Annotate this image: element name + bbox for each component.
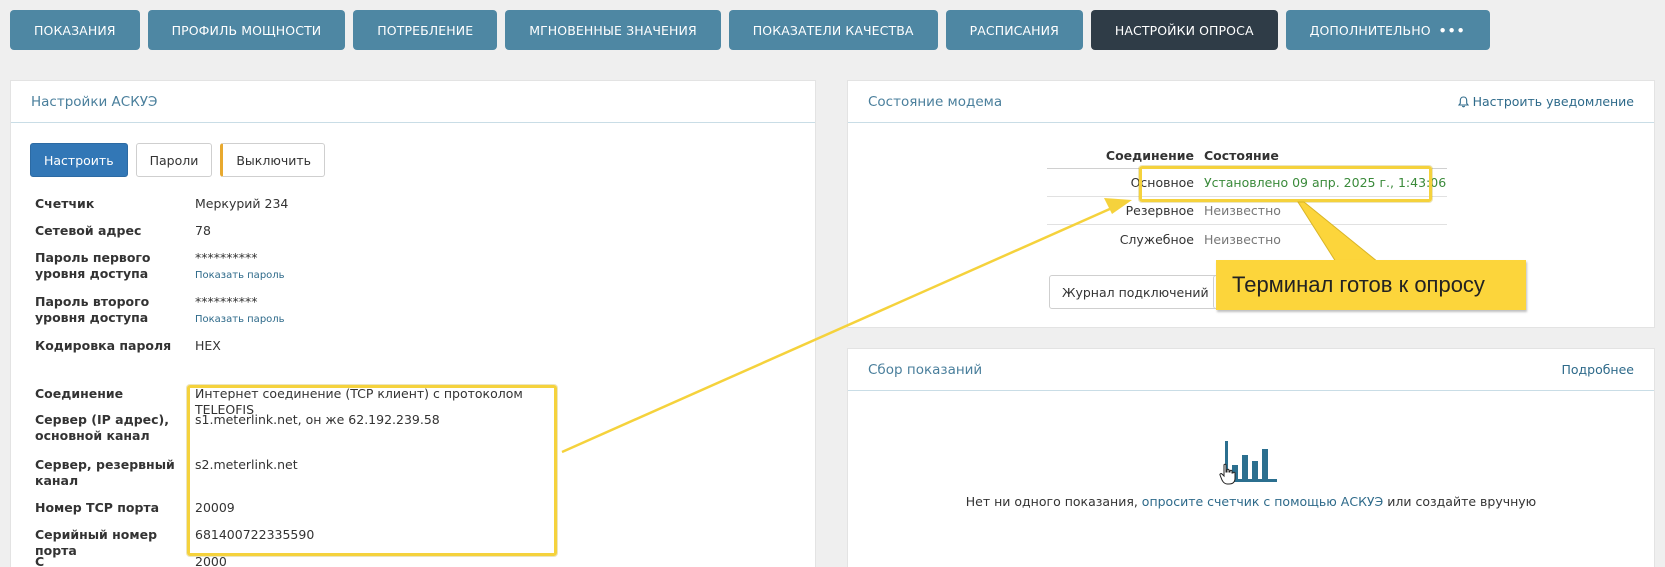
modem-row-main: Основное Установлено 09 апр. 2025 г., 1:… bbox=[1047, 169, 1447, 197]
connection-name: Резервное bbox=[1125, 203, 1194, 218]
hand-cursor-icon bbox=[1219, 463, 1236, 485]
field-row-password-2: Пароль второго уровня доступа **********… bbox=[35, 294, 285, 328]
empty-readings-message: Нет ни одного показания, опросите счетчи… bbox=[848, 494, 1654, 509]
field-row-net-address: Сетевой адрес 78 bbox=[35, 223, 211, 239]
field-value: s1.meterlink.net, он же 62.192.239.58 bbox=[195, 412, 440, 427]
field-value: 20009 bbox=[195, 500, 235, 515]
field-row-password-encoding: Кодировка пароля HEX bbox=[35, 338, 221, 354]
configure-notification-link[interactable]: Настроить уведомление bbox=[1457, 94, 1634, 109]
field-label: Пароль первого уровня доступа bbox=[35, 250, 151, 281]
askue-settings-panel: Настройки АСКУЭ Настроить Пароли Выключи… bbox=[10, 80, 816, 567]
field-row-cut: С 2000 bbox=[35, 554, 227, 567]
field-value: 2000 bbox=[195, 554, 227, 567]
field-value: 78 bbox=[195, 223, 211, 238]
field-label: Сетевой адрес bbox=[35, 223, 142, 238]
readings-collection-panel: Сбор показаний Подробнее Нет ни одного п… bbox=[847, 348, 1655, 567]
nav-tab-label: ПОТРЕБЛЕНИЕ bbox=[377, 22, 474, 38]
field-value: Меркурий 234 bbox=[195, 196, 289, 211]
nav-tab-7[interactable]: ДОПОЛНИТЕЛЬНО ••• bbox=[1285, 10, 1490, 50]
modem-row-service: Служебное Неизвестно bbox=[1047, 225, 1447, 253]
nav-tab-label: ПОКАЗАТЕЛИ КАЧЕСТВА bbox=[752, 22, 914, 38]
nav-tab-5[interactable]: РАСПИСАНИЯ bbox=[945, 10, 1083, 50]
collection-panel-header: Сбор показаний Подробнее bbox=[848, 349, 1654, 391]
disable-button[interactable]: Выключить bbox=[220, 143, 326, 177]
password-mask: ********** bbox=[195, 250, 258, 265]
passwords-button[interactable]: Пароли bbox=[135, 143, 213, 177]
field-label: Номер TCP порта bbox=[35, 500, 160, 515]
show-password-link[interactable]: Показать пароль bbox=[195, 312, 285, 328]
nav-tab-label: ПОКАЗАНИЯ bbox=[34, 22, 116, 38]
connection-name: Основное bbox=[1130, 175, 1194, 190]
show-password-link[interactable]: Показать пароль bbox=[195, 268, 285, 284]
field-value: s2.meterlink.net bbox=[195, 457, 298, 472]
modem-panel-header: Состояние модема Настроить уведомление bbox=[848, 81, 1654, 123]
connection-log-button[interactable]: Журнал подключений bbox=[1049, 275, 1222, 309]
collection-panel-title: Сбор показаний bbox=[868, 361, 983, 378]
top-nav: ПОКАЗАНИЯ ПРОФИЛЬ МОЩНОСТИ ПОТРЕБЛЕНИЕ МГНО… bbox=[10, 10, 1490, 50]
nav-tab-3[interactable]: МГНОВЕННЫЕ ЗНАЧЕНИЯ bbox=[505, 10, 721, 50]
col-state: Состояние bbox=[1204, 148, 1279, 163]
field-label: Сервер (IP адрес), основной канал bbox=[35, 412, 169, 443]
field-label: Сервер, резервный канал bbox=[35, 457, 175, 488]
field-label: С bbox=[35, 554, 45, 567]
configure-button[interactable]: Настроить bbox=[30, 143, 128, 177]
nav-tab-4[interactable]: ПОКАЗАТЕЛИ КАЧЕСТВА bbox=[728, 10, 938, 50]
bell-icon bbox=[1457, 95, 1469, 107]
nav-tab-label: РАСПИСАНИЯ bbox=[969, 22, 1059, 38]
more-dots-icon: ••• bbox=[1438, 22, 1466, 38]
field-label: Кодировка пароля bbox=[35, 338, 172, 353]
modem-row-backup: Резервное Неизвестно bbox=[1047, 197, 1447, 225]
modem-table-header: Соединение Состояние bbox=[1047, 143, 1447, 169]
field-value: HEX bbox=[195, 338, 221, 353]
nav-tab-label: МГНОВЕННЫЕ ЗНАЧЕНИЯ bbox=[529, 22, 697, 38]
password-mask: ********** bbox=[195, 294, 258, 309]
modem-panel-title: Состояние модема bbox=[868, 93, 1003, 110]
empty-suffix: или создайте вручную bbox=[1383, 494, 1537, 509]
field-row-backup-server: Сервер, резервный канал s2.meterlink.net bbox=[35, 457, 298, 489]
nav-tab-label: ПРОФИЛЬ МОЩНОСТИ bbox=[171, 22, 322, 38]
connection-name: Служебное bbox=[1119, 231, 1194, 247]
field-row-tcp-port: Номер TCP порта 20009 bbox=[35, 500, 235, 516]
more-link[interactable]: Подробнее bbox=[1561, 362, 1634, 377]
col-connection: Соединение bbox=[1105, 148, 1194, 163]
field-row-main-server: Сервер (IP адрес), основной канал s1.met… bbox=[35, 412, 440, 444]
notification-link-label: Настроить уведомление bbox=[1472, 94, 1634, 109]
nav-tab-0[interactable]: ПОКАЗАНИЯ bbox=[10, 10, 140, 50]
nav-tab-label: НАСТРОЙКИ ОПРОСА bbox=[1114, 22, 1254, 38]
field-label: Пароль второго уровня доступа bbox=[35, 294, 150, 325]
poll-meter-link[interactable]: опросите счетчик с помощью АСКУЭ bbox=[1142, 494, 1384, 509]
nav-tab-2[interactable]: ПОТРЕБЛЕНИЕ bbox=[353, 10, 498, 50]
field-row-password-1: Пароль первого уровня доступа **********… bbox=[35, 250, 285, 284]
field-row-meter: Счетчик Меркурий 234 bbox=[35, 196, 288, 212]
empty-prefix: Нет ни одного показания, bbox=[965, 494, 1142, 509]
askue-button-row: Настроить Пароли Выключить bbox=[30, 143, 326, 177]
modem-table: Соединение Состояние Основное Установлен… bbox=[1047, 143, 1447, 253]
askue-panel-header: Настройки АСКУЭ bbox=[11, 81, 815, 123]
nav-tab-6[interactable]: НАСТРОЙКИ ОПРОСА bbox=[1090, 10, 1278, 50]
field-label: Счетчик bbox=[35, 196, 95, 211]
connection-state: Неизвестно bbox=[1204, 231, 1281, 247]
field-value: ********** Показать пароль bbox=[195, 294, 285, 328]
nav-tab-1[interactable]: ПРОФИЛЬ МОЩНОСТИ bbox=[147, 10, 346, 50]
nav-tab-label: ДОПОЛНИТЕЛЬНО bbox=[1309, 22, 1431, 38]
connection-state: Установлено 09 апр. 2025 г., 1:43:06 bbox=[1204, 175, 1447, 190]
field-value: ********** Показать пароль bbox=[195, 250, 285, 284]
askue-panel-title: Настройки АСКУЭ bbox=[31, 93, 158, 110]
terminal-ready-callout: Терминал готов к опросу bbox=[1216, 260, 1526, 310]
connection-state: Неизвестно bbox=[1204, 203, 1281, 218]
